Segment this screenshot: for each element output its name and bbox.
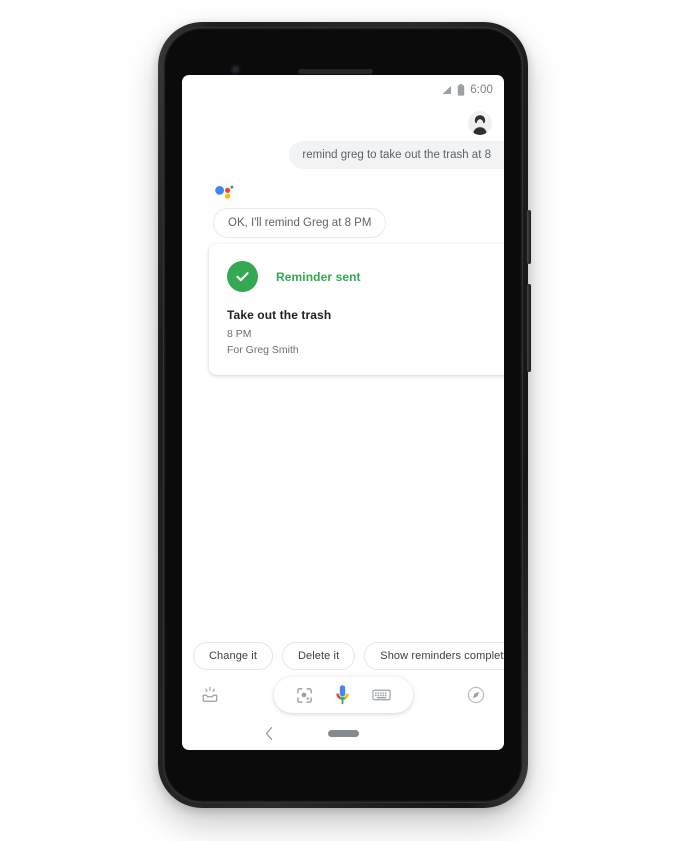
- bottom-toolbar: [182, 672, 504, 718]
- user-message-bubble: remind greg to take out the trash at 8: [289, 141, 504, 169]
- conversation-area: remind greg to take out the trash at 8 O…: [182, 105, 504, 665]
- google-lens-icon[interactable]: [296, 687, 313, 704]
- account-avatar-icon[interactable]: [468, 111, 492, 135]
- volume-button[interactable]: [527, 284, 531, 372]
- back-chevron-icon[interactable]: [264, 726, 275, 746]
- reminder-recipient: For Greg Smith: [227, 344, 299, 356]
- battery-full-icon: [457, 84, 465, 96]
- system-nav-bar: [182, 718, 504, 750]
- google-assistant-dots-icon: [214, 185, 234, 201]
- reminder-time: 8 PM: [227, 328, 252, 340]
- phone-device: 6:00 remind greg to take out the trash a…: [158, 22, 531, 808]
- assistant-message-bubble: OK, I'll remind Greg at 8 PM: [213, 208, 387, 238]
- status-badge: Reminder sent: [276, 269, 361, 284]
- card-status-row: Reminder sent: [227, 261, 504, 292]
- check-circle-icon: [227, 261, 258, 292]
- keyboard-icon[interactable]: [371, 688, 391, 702]
- earpiece-speaker: [298, 69, 373, 74]
- phone-screen: 6:00 remind greg to take out the trash a…: [182, 75, 504, 750]
- home-pill-icon[interactable]: [328, 730, 359, 737]
- snapshot-inbox-icon[interactable]: [200, 685, 220, 705]
- reminder-card[interactable]: Reminder sent Take out the trash 8 PM Fo…: [209, 244, 504, 375]
- google-mic-icon[interactable]: [333, 684, 352, 706]
- suggestion-chips: Change it Delete it Show reminders compl…: [182, 640, 504, 672]
- assistant-input-pill: [273, 677, 413, 713]
- suggestion-chip-show-reminders[interactable]: Show reminders completed b: [364, 642, 504, 670]
- reminder-title: Take out the trash: [227, 308, 332, 322]
- status-time: 6:00: [470, 84, 493, 96]
- suggestion-chip-delete-it[interactable]: Delete it: [282, 642, 356, 670]
- signal-triangle-icon: [441, 85, 452, 95]
- power-button[interactable]: [527, 210, 531, 264]
- explore-compass-icon[interactable]: [466, 685, 486, 705]
- front-camera-icon: [231, 65, 240, 74]
- status-bar: 6:00: [182, 75, 504, 105]
- suggestion-chip-change-it[interactable]: Change it: [193, 642, 273, 670]
